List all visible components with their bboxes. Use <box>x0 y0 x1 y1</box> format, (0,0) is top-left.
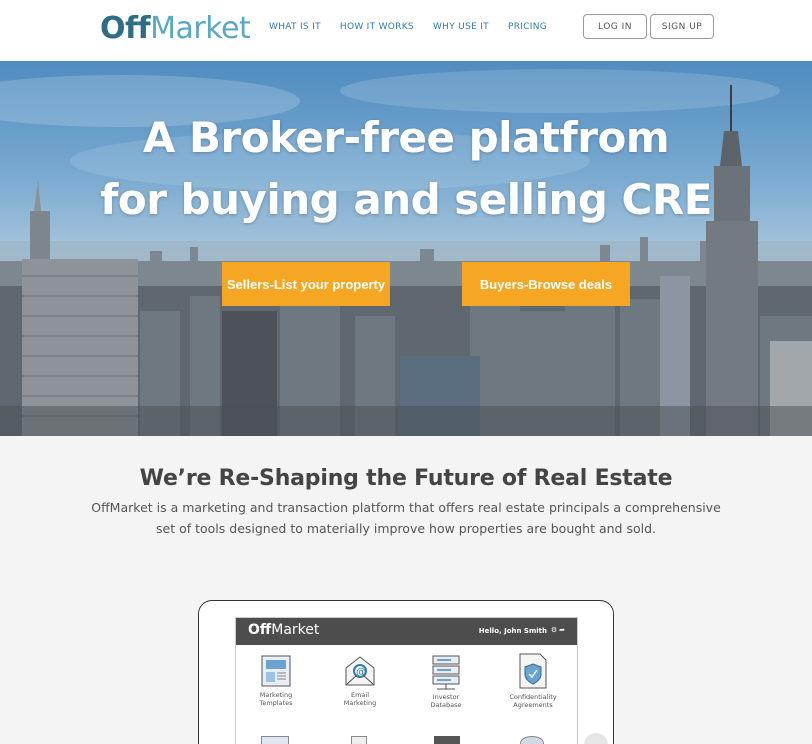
top-navigation-bar: OffMarket WHAT IS IT HOW IT WORKS WHY US… <box>0 0 812 61</box>
database-icon <box>432 655 460 690</box>
login-button[interactable]: LOG IN <box>583 14 647 39</box>
main-nav: WHAT IS IT HOW IT WORKS WHY USE IT PRICI… <box>269 22 566 32</box>
feature-investor-database[interactable]: Investor Database <box>411 654 481 709</box>
app-header-bar: OffMarket Hello, John Smith ⚙ ➦ <box>236 618 577 645</box>
app-logo-bold: Off <box>248 622 272 638</box>
app-logo-light: Market <box>271 622 320 638</box>
hero-headline-line-2: for buying and selling CRE <box>100 175 712 224</box>
section-description: OffMarket is a marketing and transaction… <box>91 500 721 536</box>
sellers-list-property-button[interactable]: Sellers-List your property <box>222 262 390 306</box>
nav-pricing[interactable]: PRICING <box>508 22 547 32</box>
section-title: We’re Re-Shaping the Future of Real Esta… <box>139 466 673 491</box>
feature-label-marketing-templates: Marketing Templates <box>259 691 293 707</box>
hero-headline-line-1: A Broker-free platfrom <box>142 113 670 162</box>
feature-email-marketing[interactable]: @ Email Marketing <box>325 654 395 707</box>
feature-icon-partial <box>434 736 460 744</box>
offmarket-logo[interactable]: OffMarket <box>100 11 251 47</box>
hero-banner: A Broker-free platfrom for buying and se… <box>0 61 812 436</box>
app-screen-preview: OffMarket Hello, John Smith ⚙ ➦ Marketin… <box>235 617 578 744</box>
settings-logout-icons: ⚙ ➦ <box>550 627 565 634</box>
feature-label-confidentiality-agreements: Confidentiality Agreements <box>509 693 557 709</box>
hero-headline: A Broker-free platfrom for buying and se… <box>0 107 812 231</box>
feature-label-investor-database: Investor Database <box>430 693 462 709</box>
feature-marketing-templates[interactable]: Marketing Templates <box>241 654 311 707</box>
template-icon <box>261 655 291 687</box>
feature-label-email-marketing: Email Marketing <box>343 691 377 707</box>
feature-icon-partial <box>261 736 289 744</box>
user-greeting: Hello, John Smith <box>478 627 547 635</box>
feature-icon-partial <box>351 736 367 744</box>
nav-why-use-it[interactable]: WHY USE IT <box>433 22 489 32</box>
feature-icon-partial <box>520 736 544 744</box>
email-icon: @ <box>345 656 375 686</box>
nav-what-is-it[interactable]: WHAT IS IT <box>269 22 321 32</box>
buyers-browse-deals-button[interactable]: Buyers-Browse deals <box>462 262 630 306</box>
shield-document-icon <box>519 653 547 689</box>
nav-how-it-works[interactable]: HOW IT WORKS <box>340 22 414 32</box>
app-logo: OffMarket <box>248 622 319 638</box>
signup-button[interactable]: SIGN UP <box>650 14 714 39</box>
logo-bold-text: Off <box>100 11 151 46</box>
logo-light-text: Market <box>150 11 251 46</box>
feature-confidentiality-agreements[interactable]: Confidentiality Agreements <box>498 652 568 709</box>
